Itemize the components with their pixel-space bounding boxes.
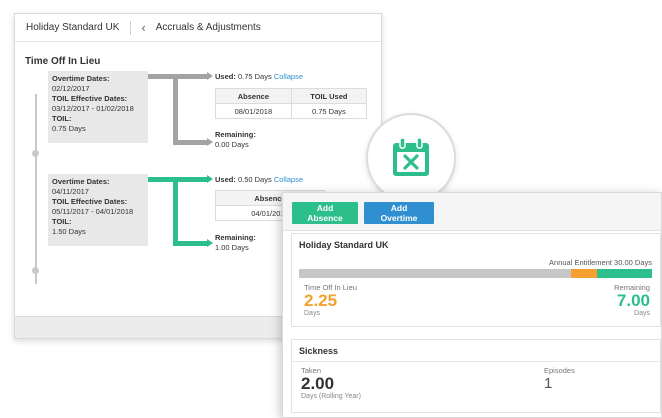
toil-entry-box: Overtime Dates: 02/12/2017 TOIL Effectiv… [48, 71, 148, 143]
connector [173, 241, 208, 246]
toil-effective-value: 05/11/2017 - 04/01/2018 [52, 207, 134, 216]
remaining-block: Remaining: 1.00 Days [215, 233, 256, 253]
breadcrumb[interactable]: Accruals & Adjustments [156, 22, 261, 33]
collapse-link[interactable]: Collapse [274, 72, 303, 81]
toil-used-table: Absence TOIL Used 08/01/2018 0.75 Days [215, 88, 368, 119]
toil-label: TOIL: [52, 114, 72, 123]
episodes-value: 1 [544, 375, 553, 392]
toil-entry-box: Overtime Dates: 04/11/2017 TOIL Effectiv… [48, 174, 148, 246]
overtime-dates-value: 02/12/2017 [52, 84, 90, 93]
divider [292, 361, 660, 362]
header-divider [130, 20, 132, 35]
collapse-link[interactable]: Collapse [274, 175, 303, 184]
stat-unit: Days [304, 310, 320, 317]
remaining-value: 7.00 [616, 291, 650, 310]
episodes-stat: Episodes 1 [544, 366, 575, 393]
timeline-dot [32, 150, 39, 157]
sickness-card: Sickness Taken 2.00 Days (Rolling Year) … [291, 339, 661, 413]
used-value: 0.75 Days [237, 72, 272, 81]
table-cell: 08/01/2018 [215, 103, 292, 119]
connector [148, 177, 208, 182]
column-header: Absence [215, 88, 292, 104]
used-label: Used: [215, 175, 236, 184]
connector [148, 74, 208, 79]
used-label: Used: [215, 72, 236, 81]
toil-effective-value: 03/12/2017 - 01/02/2018 [52, 104, 134, 113]
connector [173, 74, 178, 144]
toil-effective-label: TOIL Effective Dates: [52, 94, 128, 103]
arrow-right-icon [207, 72, 213, 80]
entitlement-bar [299, 269, 652, 278]
overtime-dates-label: Overtime Dates: [52, 74, 110, 83]
sickness-title: Sickness [299, 346, 339, 356]
panel-title: Holiday Standard UK [26, 22, 120, 33]
overtime-dates-label: Overtime Dates: [52, 177, 110, 186]
section-title: Time Off In Lieu [25, 56, 101, 67]
holiday-card: Holiday Standard UK Annual Entitlement 3… [291, 233, 661, 327]
used-value: 0.50 Days [237, 175, 272, 184]
overtime-dates-value: 04/11/2017 [52, 187, 89, 196]
table-row: 08/01/2018 0.75 Days [215, 103, 368, 119]
toil-value: 2.25 [304, 291, 338, 310]
stat-unit: Days [634, 310, 650, 317]
connector [173, 177, 178, 245]
taken-stat: Taken 2.00 Days (Rolling Year) [301, 366, 361, 400]
calendar-x-icon [393, 137, 429, 176]
toil-segment [570, 269, 598, 278]
panel-header: Holiday Standard UK ‹ Accruals & Adjustm… [15, 14, 381, 42]
timeline-dot [32, 267, 39, 274]
toil-value: 1.50 Days [52, 227, 86, 236]
toil-label: TOIL: [52, 217, 72, 226]
remaining-stat: Remaining 7.00 Days [614, 283, 650, 317]
annual-entitlement: Annual Entitlement 30.00 Days [549, 258, 652, 267]
remaining-block: Remaining: 0.00 Days [215, 130, 256, 150]
remaining-value: 1.00 Days [215, 243, 249, 252]
remaining-value: 0.00 Days [215, 140, 249, 149]
add-absence-button[interactable]: Add Absence [292, 202, 358, 224]
add-overtime-button[interactable]: Add Overtime [364, 202, 434, 224]
arrow-right-icon [207, 239, 213, 247]
table-cell: 0.75 Days [290, 103, 368, 119]
remaining-segment [597, 269, 652, 278]
stat-label: Episodes [544, 366, 575, 375]
remaining-label: Remaining: [215, 130, 256, 139]
action-bar: Add Absence Add Overtime [283, 193, 661, 231]
taken-value: 2.00 [301, 374, 335, 393]
toil-effective-label: TOIL Effective Dates: [52, 197, 128, 206]
chevron-left-icon[interactable]: ‹ [141, 21, 145, 34]
remaining-label: Remaining: [215, 233, 256, 242]
toil-value: 0.75 Days [52, 124, 86, 133]
connector [173, 140, 208, 145]
stat-unit: Days (Rolling Year) [301, 393, 361, 400]
column-header: TOIL Used [290, 88, 368, 104]
holiday-title: Holiday Standard UK [299, 240, 389, 250]
timeline-line [35, 94, 37, 284]
toil-stat: Time Off In Lieu 2.25 Days [304, 283, 357, 317]
summary-panel: Add Absence Add Overtime Holiday Standar… [282, 192, 662, 418]
arrow-right-icon [207, 175, 213, 183]
arrow-right-icon [207, 138, 213, 146]
used-line: Used: 0.75 Days Collapse [215, 72, 303, 82]
calendar-badge [366, 113, 456, 203]
used-line: Used: 0.50 Days Collapse [215, 175, 303, 185]
